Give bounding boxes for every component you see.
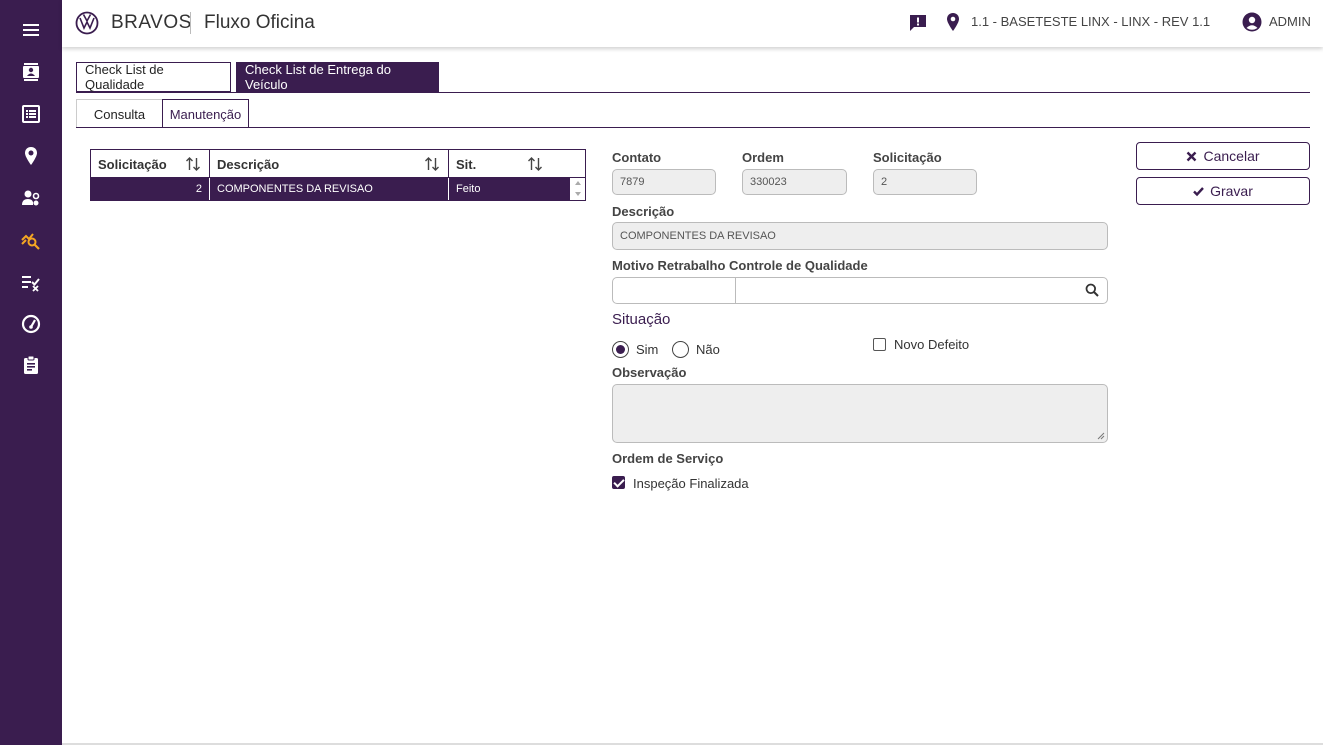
checklist-icon[interactable] — [21, 272, 41, 292]
contacts-icon[interactable] — [21, 62, 41, 82]
brand-divider — [190, 12, 191, 34]
tab-divider — [76, 92, 1310, 93]
sidebar — [0, 0, 62, 745]
user-account-icon[interactable] — [1242, 12, 1262, 32]
grid-scrollbar[interactable] — [571, 178, 585, 200]
users-gear-icon[interactable] — [21, 188, 41, 208]
motivo-label: Motivo Retrabalho Controle de Qualidade — [612, 258, 868, 273]
ordem-label: Ordem — [742, 150, 784, 165]
menu-icon[interactable] — [21, 20, 41, 40]
sort-icon[interactable] — [527, 156, 543, 172]
solicitacao-field[interactable]: 2 — [873, 169, 977, 195]
tab-manutencao[interactable]: Manutenção — [162, 99, 249, 128]
location-pin-icon[interactable] — [21, 146, 41, 166]
radio-nao[interactable] — [672, 341, 689, 358]
inspecao-finalizada-label[interactable]: Inspeção Finalizada — [633, 476, 749, 491]
scroll-down-icon[interactable] — [575, 192, 581, 196]
app-title: Fluxo Oficina — [204, 12, 315, 33]
check-icon — [1193, 186, 1204, 196]
radio-nao-label[interactable]: Não — [696, 342, 720, 357]
situacao-title: Situação — [612, 311, 671, 328]
resize-grip-icon[interactable] — [1097, 432, 1105, 440]
brand-name: BRAVOS — [111, 12, 192, 33]
ordem-servico-label: Ordem de Serviço — [612, 451, 724, 466]
user-name[interactable]: ADMIN — [1269, 14, 1311, 29]
save-button-label: Gravar — [1210, 183, 1253, 199]
sort-icon[interactable] — [424, 156, 440, 172]
ordem-field[interactable]: 330023 — [742, 169, 847, 195]
cell-solicitacao: 2 — [91, 178, 210, 200]
tab-consulta[interactable]: Consulta — [76, 99, 163, 128]
location-icon — [947, 13, 959, 31]
column-header-descricao[interactable]: Descrição — [210, 150, 449, 178]
solicitacoes-grid: Solicitação Descrição Sit. 2 COMPONENTES… — [90, 149, 586, 201]
descricao-field[interactable]: COMPONENTES DA REVISAO — [612, 222, 1108, 250]
subtab-divider — [76, 127, 1310, 128]
cancel-button[interactable]: Cancelar — [1136, 142, 1310, 170]
list-icon[interactable] — [21, 104, 41, 124]
radio-sim[interactable] — [612, 341, 629, 358]
search-icon[interactable] — [1085, 283, 1099, 297]
save-button[interactable]: Gravar — [1136, 177, 1310, 205]
tab-check-list-qualidade[interactable]: Check List de Qualidade — [76, 62, 231, 92]
column-header-solicitacao[interactable]: Solicitação — [91, 150, 210, 178]
column-label: Sit. — [456, 156, 477, 172]
column-header-sit[interactable]: Sit. — [449, 150, 567, 178]
tab-check-list-entrega[interactable]: Check List de Entrega do Veículo — [236, 62, 439, 92]
contato-label: Contato — [612, 150, 662, 165]
contato-field[interactable]: 7879 — [612, 169, 716, 195]
clipboard-icon[interactable] — [21, 355, 41, 375]
observacao-label: Observação — [612, 365, 687, 380]
analytics-search-icon[interactable] — [21, 230, 41, 250]
novo-defeito-checkbox[interactable] — [873, 338, 886, 351]
cancel-button-label: Cancelar — [1203, 148, 1260, 164]
motivo-code-input[interactable] — [612, 277, 736, 304]
table-row[interactable]: 2 COMPONENTES DA REVISAO Feito — [91, 178, 570, 200]
grid-header: Solicitação Descrição Sit. — [91, 150, 585, 178]
feedback-chat-icon[interactable] — [908, 13, 928, 33]
vw-logo-icon — [75, 11, 99, 35]
cell-sit: Feito — [456, 183, 481, 195]
speedometer-icon[interactable] — [21, 314, 41, 334]
close-icon — [1187, 151, 1197, 161]
environment-label[interactable]: 1.1 - BASETESTE LINX - LINX - REV 1.1 — [971, 14, 1210, 29]
radio-sim-label[interactable]: Sim — [636, 342, 658, 357]
solicitacao-label: Solicitação — [873, 150, 942, 165]
observacao-textarea[interactable] — [612, 384, 1108, 443]
motivo-desc-input[interactable] — [735, 277, 1108, 304]
novo-defeito-label[interactable]: Novo Defeito — [894, 337, 969, 352]
inspecao-finalizada-checkbox[interactable] — [612, 476, 625, 489]
sort-icon[interactable] — [185, 156, 201, 172]
scroll-up-icon[interactable] — [575, 181, 581, 185]
column-label: Solicitação — [98, 156, 167, 172]
top-header: BRAVOS Fluxo Oficina 1.1 - BASETESTE LIN… — [62, 0, 1323, 47]
cell-descricao: COMPONENTES DA REVISAO — [210, 178, 449, 200]
descricao-label: Descrição — [612, 204, 675, 219]
column-label: Descrição — [217, 156, 280, 172]
